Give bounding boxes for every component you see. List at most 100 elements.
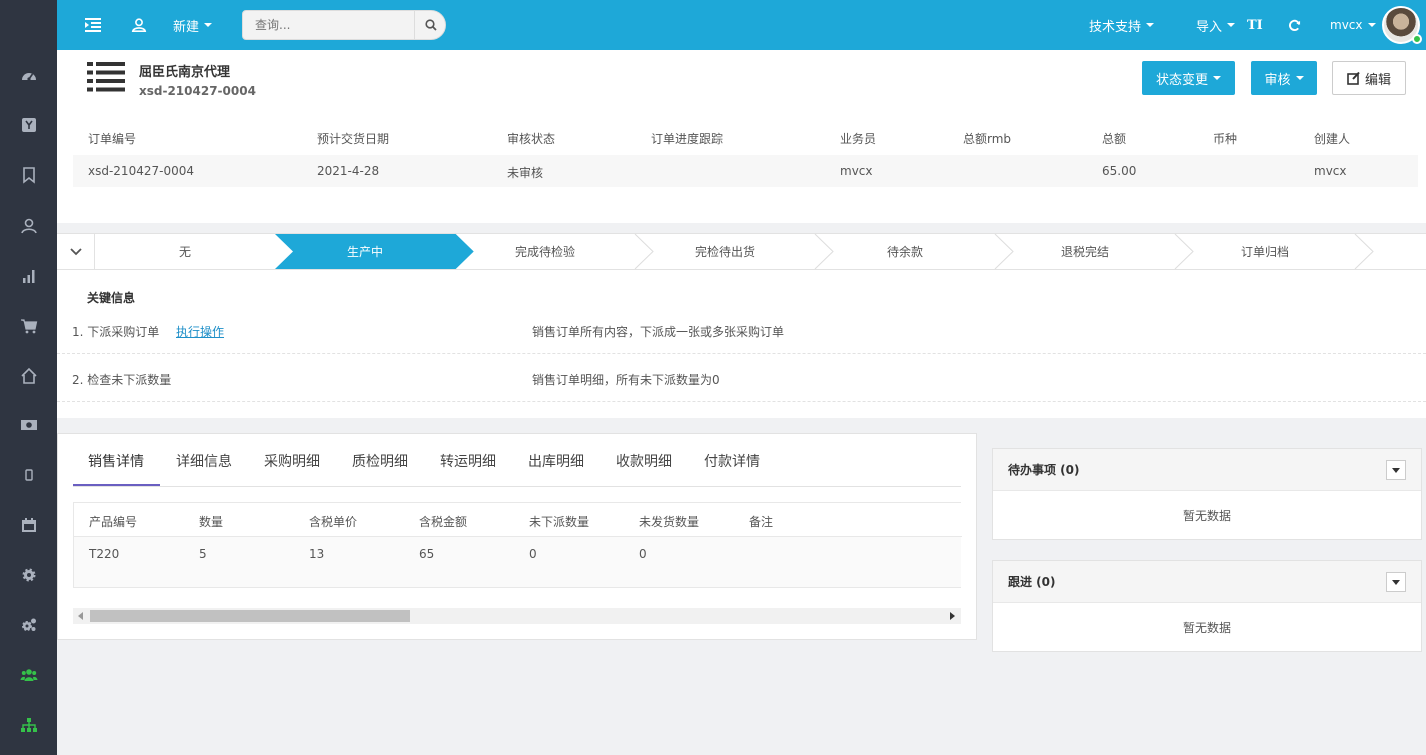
sidebar-item-settings[interactable] <box>0 555 57 595</box>
col-unshipped: 未发货数量 <box>639 515 700 529</box>
step-await-shipping[interactable]: 完检待出货 <box>635 234 815 269</box>
caret-down-icon <box>1295 76 1304 80</box>
tab-payment-detail[interactable]: 付款详情 <box>704 451 760 471</box>
user-menu-dropdown[interactable]: mvcx <box>1330 0 1376 50</box>
step-tax-refund[interactable]: 退税完结 <box>995 234 1175 269</box>
order-header: 屈臣氏南京代理 xsd-210427-0004 状态变更 审核 编辑 订单编号 … <box>57 50 1426 223</box>
grid-header: 产品编号 数量 含税单价 含税金额 未下派数量 未发货数量 备注 <box>74 503 962 537</box>
menu-toggle-button[interactable] <box>85 0 101 50</box>
search-button[interactable] <box>414 11 446 39</box>
step-await-inspection[interactable]: 完成待检验 <box>455 234 635 269</box>
audit-button[interactable]: 审核 <box>1251 61 1317 95</box>
caret-down-icon <box>1213 76 1221 80</box>
tab-detail-info[interactable]: 详细信息 <box>176 451 232 471</box>
list-icon <box>87 62 125 92</box>
shopping-cart-icon <box>20 319 37 334</box>
search-input[interactable] <box>243 11 415 39</box>
audit-label: 审核 <box>1264 72 1291 88</box>
step-in-production[interactable]: 生产中 <box>275 234 455 269</box>
step-archive[interactable]: 订单归档 <box>1175 234 1355 269</box>
sidebar-item-users[interactable] <box>0 655 57 695</box>
tab-purchase-detail[interactable]: 采购明细 <box>264 451 320 471</box>
gear-icon <box>22 568 35 582</box>
tab-divider <box>73 486 961 487</box>
cell-quantity: 5 <box>199 547 207 561</box>
step-await-balance[interactable]: 待余款 <box>815 234 995 269</box>
table-row <box>73 155 1418 187</box>
sidebar-item-gears[interactable] <box>0 605 57 645</box>
import-dropdown[interactable]: 导入 <box>1196 0 1236 50</box>
col-amount: 含税金额 <box>419 515 468 529</box>
support-label: 技术支持 <box>1089 19 1142 35</box>
status-change-button[interactable]: 状态变更 <box>1142 61 1235 95</box>
cell-audit-status: 未审核 <box>507 166 544 180</box>
search-icon <box>424 19 437 31</box>
new-label: 新建 <box>173 19 200 35</box>
step-none[interactable]: 无 <box>95 234 275 269</box>
sidebar-item-chart[interactable] <box>0 256 57 296</box>
execute-action-link[interactable]: 执行操作 <box>176 323 224 340</box>
font-size-button[interactable]: TI <box>1247 0 1263 50</box>
new-dropdown[interactable]: 新建 <box>173 0 213 50</box>
company-name: 屈臣氏南京代理 <box>139 65 231 80</box>
top-bar: 新建 技术支持 导入 TI mvcx <box>57 0 1426 50</box>
sidebar-item-user[interactable] <box>0 206 57 246</box>
scrollbar-thumb[interactable] <box>90 610 410 622</box>
dashboard-icon <box>21 73 36 81</box>
sidebar <box>0 0 57 755</box>
tab-outbound-detail[interactable]: 出库明细 <box>528 451 584 471</box>
edit-button[interactable]: 编辑 <box>1332 61 1406 95</box>
user-icon <box>131 18 147 33</box>
todo-panel: 待办事项 (0) 暂无数据 <box>992 448 1422 540</box>
sidebar-item-cart[interactable] <box>0 306 57 346</box>
col-unit-price: 含税单价 <box>309 515 358 529</box>
list-item: 1. 下派采购订单 执行操作 销售订单所有内容，下派成一张或多张采购订单 <box>57 306 1426 354</box>
col-salesperson: 业务员 <box>840 132 877 146</box>
tab-transfer-detail[interactable]: 转运明细 <box>440 451 496 471</box>
key-info-panel: 关键信息 1. 下派采购订单 执行操作 销售订单所有内容，下派成一张或多张采购订… <box>57 270 1426 418</box>
bookmark-icon <box>22 167 35 184</box>
sidebar-item-dashboard[interactable] <box>0 56 57 96</box>
sidebar-item-money[interactable] <box>0 405 57 445</box>
users-icon <box>20 669 37 681</box>
bar-chart-icon <box>22 270 34 283</box>
col-undispatched: 未下派数量 <box>529 515 590 529</box>
cell-unshipped: 0 <box>639 547 647 561</box>
refresh-button[interactable] <box>1288 0 1301 50</box>
sidebar-item-y[interactable] <box>0 105 57 145</box>
support-dropdown[interactable]: 技术支持 <box>1089 0 1155 50</box>
cell-undispatched: 0 <box>529 547 537 561</box>
scroll-left-icon[interactable] <box>78 612 84 620</box>
caret-down-icon <box>1146 23 1155 27</box>
calendar-icon <box>21 518 36 532</box>
scroll-right-icon[interactable] <box>950 612 956 620</box>
key-info-title: 关键信息 <box>87 291 136 305</box>
steps-collapse-toggle[interactable] <box>57 234 95 269</box>
sidebar-item-calendar[interactable] <box>0 505 57 545</box>
tab-qc-detail[interactable]: 质检明细 <box>352 451 408 471</box>
tab-sales-detail[interactable]: 销售详情 <box>88 451 144 471</box>
col-creator: 创建人 <box>1314 132 1351 146</box>
sitemap-icon <box>20 718 37 732</box>
sidebar-item-mobile[interactable] <box>0 455 57 495</box>
sidebar-item-bookmark[interactable] <box>0 155 57 195</box>
sidebar-item-home[interactable] <box>0 356 57 396</box>
horizontal-scrollbar[interactable] <box>73 608 961 624</box>
detail-panel: 销售详情 详细信息 采购明细 质检明细 转运明细 出库明细 收款明细 付款详情 … <box>57 433 977 640</box>
online-status-dot <box>1412 34 1422 44</box>
followup-empty-text: 暂无数据 <box>1182 621 1231 635</box>
order-code: xsd-210427-0004 <box>139 84 256 98</box>
user-profile-button[interactable] <box>131 0 147 50</box>
followup-title: 跟进 (0) <box>1008 575 1056 589</box>
followup-dropdown-button[interactable] <box>1386 572 1406 592</box>
sidebar-item-sitemap[interactable] <box>0 705 57 745</box>
caret-down-icon <box>1367 23 1376 27</box>
todo-title: 待办事项 (0) <box>1008 463 1080 477</box>
cell-product-no: T220 <box>89 547 120 561</box>
todo-dropdown-button[interactable] <box>1386 460 1406 480</box>
key-info-label: 2. 检查未下派数量 <box>72 373 172 387</box>
caret-down-icon <box>1392 467 1400 473</box>
col-delivery-date: 预计交货日期 <box>317 132 390 146</box>
key-info-label: 1. 下派采购订单 <box>72 325 160 339</box>
tab-receipt-detail[interactable]: 收款明细 <box>616 451 672 471</box>
